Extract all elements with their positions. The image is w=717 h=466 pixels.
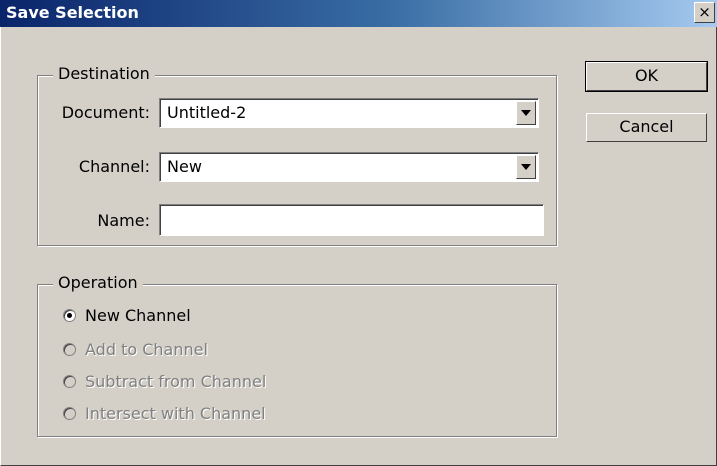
name-input[interactable]: [159, 204, 544, 236]
document-label: Document:: [61, 103, 150, 122]
close-button[interactable]: ×: [694, 2, 715, 23]
document-value: Untitled-2: [167, 103, 247, 122]
close-icon: ×: [698, 3, 711, 21]
ok-button[interactable]: OK: [585, 61, 708, 92]
radio-button: [63, 343, 76, 356]
radio-label: New Channel: [85, 306, 191, 325]
channel-dropdown[interactable]: New: [159, 152, 539, 182]
dialog-title: Save Selection: [6, 3, 139, 22]
destination-legend: Destination: [53, 64, 155, 83]
operation-legend: Operation: [53, 273, 143, 292]
radio-label: Add to Channel: [85, 340, 208, 359]
cancel-button[interactable]: Cancel: [586, 113, 707, 142]
channel-label: Channel:: [78, 157, 150, 176]
destination-group: Destination Document: Untitled-2 Channel…: [37, 64, 557, 246]
radio-button[interactable]: [63, 309, 76, 322]
radio-button: [63, 407, 76, 420]
radio-label: Intersect with Channel: [85, 404, 266, 423]
chevron-down-icon[interactable]: [516, 101, 536, 125]
radio-label: Subtract from Channel: [85, 372, 267, 391]
radio-selected-dot: [67, 313, 72, 318]
chevron-down-icon[interactable]: [516, 155, 536, 179]
document-dropdown[interactable]: Untitled-2: [159, 98, 539, 128]
name-label: Name:: [97, 211, 150, 230]
channel-value: New: [167, 157, 202, 176]
radio-button: [63, 375, 76, 388]
title-bar: Save Selection ×: [0, 0, 717, 27]
dialog-body: Destination Document: Untitled-2 Channel…: [0, 27, 717, 466]
